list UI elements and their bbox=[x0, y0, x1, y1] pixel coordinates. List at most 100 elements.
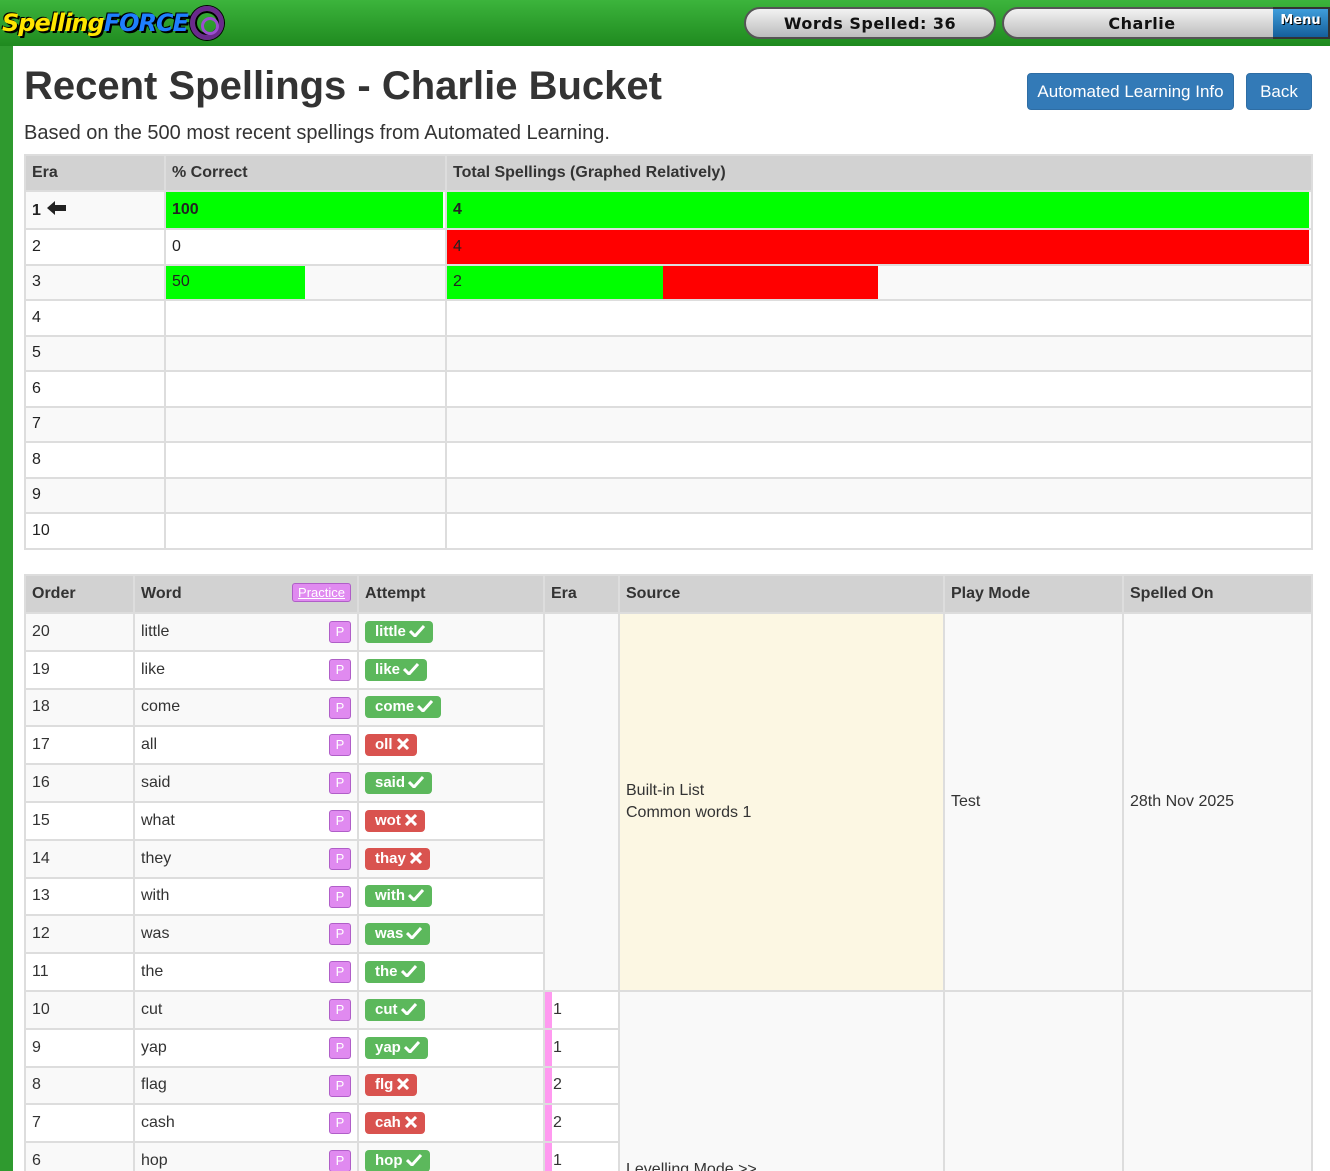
era-row: 8 bbox=[24, 441, 1313, 479]
attempt-cell: wot bbox=[357, 800, 545, 841]
attempt-text: with bbox=[375, 887, 405, 905]
col-header-play-mode[interactable]: Play Mode bbox=[943, 574, 1124, 614]
era-number: 6 bbox=[32, 379, 41, 397]
order-cell: 12 bbox=[24, 914, 135, 955]
attempt-text: cut bbox=[375, 1000, 398, 1018]
order-cell: 11 bbox=[24, 952, 135, 992]
top-bar: Spelling FORCE Words Spelled: 36 Charlie … bbox=[0, 0, 1330, 46]
col-header-attempt[interactable]: Attempt bbox=[357, 574, 545, 614]
check-icon bbox=[398, 963, 417, 980]
total-spellings-cell bbox=[445, 512, 1313, 550]
correct-attempt-badge: said bbox=[365, 772, 433, 795]
total-spellings-value: 4 bbox=[453, 201, 462, 218]
col-header-word-label: Word bbox=[141, 585, 182, 602]
play-mode-cell: Test bbox=[943, 612, 1124, 992]
total-spellings-cell bbox=[445, 334, 1313, 372]
col-header-order[interactable]: Order bbox=[24, 574, 135, 614]
check-icon bbox=[400, 661, 420, 678]
word-text: with bbox=[141, 887, 170, 905]
correct-spellings-bar bbox=[448, 193, 1309, 227]
total-spellings-cell bbox=[445, 405, 1313, 443]
word-text: they bbox=[141, 849, 172, 867]
era-row: 3 50 2 bbox=[24, 263, 1313, 301]
correct-attempt-badge: little bbox=[365, 620, 433, 643]
spelling-row: 20 little Plittle Built-in List Common words… bbox=[24, 612, 1313, 992]
order-cell: 18 bbox=[24, 687, 135, 728]
col-header-era[interactable]: Era bbox=[543, 574, 620, 614]
attempt-text: like bbox=[375, 660, 401, 678]
recent-spellings-table: Order Word Practice Attempt Era Source P… bbox=[24, 574, 1313, 1171]
era-number: 3 bbox=[32, 273, 41, 291]
check-icon bbox=[406, 623, 425, 640]
total-spellings-cell bbox=[445, 299, 1313, 337]
attempt-text: wot bbox=[375, 811, 401, 829]
word-text: like bbox=[141, 660, 166, 678]
correct-attempt-badge: was bbox=[365, 923, 431, 946]
practice-word-button[interactable]: P bbox=[329, 809, 351, 832]
user-name-display[interactable]: Charlie bbox=[1002, 7, 1282, 39]
word-cell: cash P bbox=[133, 1103, 359, 1144]
source-line-2: Common words 1 bbox=[626, 803, 752, 821]
attempt-cell: cah bbox=[357, 1103, 545, 1144]
check-icon bbox=[398, 1001, 417, 1018]
menu-button[interactable]: Menu bbox=[1273, 7, 1330, 39]
total-spellings-cell: 2 bbox=[445, 263, 1313, 301]
check-icon bbox=[403, 925, 423, 942]
word-cell: cut P bbox=[133, 989, 359, 1030]
practice-all-button[interactable]: Practice bbox=[292, 583, 351, 602]
era-cell-group bbox=[543, 612, 620, 992]
spelled-on-cell: 28th Nov 2025 bbox=[1122, 612, 1313, 992]
current-era-arrow-icon bbox=[46, 200, 67, 219]
automated-learning-info-button[interactable]: Automated Learning Info bbox=[1027, 73, 1234, 110]
word-cell: come P bbox=[133, 687, 359, 728]
practice-word-button[interactable]: P bbox=[329, 734, 351, 757]
era-number-cell: 6 bbox=[24, 370, 166, 408]
word-text: yap bbox=[141, 1038, 167, 1056]
word-cell: like P bbox=[133, 649, 359, 690]
practice-word-button[interactable]: P bbox=[329, 1112, 351, 1135]
correct-attempt-badge: hop bbox=[365, 1150, 430, 1171]
order-cell: 20 bbox=[24, 612, 135, 652]
attempt-text: come bbox=[375, 698, 415, 716]
era-row: 4 bbox=[24, 299, 1313, 337]
era-number: 1 bbox=[32, 201, 41, 219]
practice-word-button[interactable]: P bbox=[329, 885, 351, 908]
logo-ring-icon bbox=[189, 6, 224, 40]
era-summary-table: Era % Correct Total Spellings (Graphed R… bbox=[24, 154, 1313, 550]
practice-word-button[interactable]: P bbox=[329, 961, 351, 984]
practice-word-button[interactable]: P bbox=[329, 772, 351, 795]
practice-word-button[interactable]: P bbox=[329, 1150, 351, 1171]
order-cell: 10 bbox=[24, 989, 135, 1030]
practice-word-button[interactable]: P bbox=[329, 1036, 351, 1059]
word-text: all bbox=[141, 736, 158, 754]
pct-correct-cell bbox=[164, 370, 447, 408]
source-cell-levelling: Levelling Mode >> bbox=[618, 989, 945, 1171]
attempt-cell: oll bbox=[357, 725, 545, 766]
practice-word-button[interactable]: P bbox=[329, 1074, 351, 1097]
back-button[interactable]: Back bbox=[1246, 73, 1312, 110]
practice-word-button[interactable]: P bbox=[329, 658, 351, 681]
wrong-spellings-bar bbox=[662, 266, 878, 299]
col-header-word[interactable]: Word Practice bbox=[133, 574, 359, 614]
word-text: cash bbox=[141, 1114, 175, 1132]
word-cell: hop P bbox=[133, 1141, 359, 1171]
pct-correct-value: 0 bbox=[172, 237, 181, 255]
col-header-spelled-on[interactable]: Spelled On bbox=[1122, 574, 1313, 614]
play-mode-cell bbox=[943, 989, 1124, 1171]
era-number-cell: 4 bbox=[24, 299, 166, 337]
app-logo[interactable]: Spelling FORCE bbox=[2, 4, 224, 42]
attempt-text: little bbox=[375, 622, 406, 640]
practice-word-button[interactable]: P bbox=[329, 847, 351, 870]
practice-word-button[interactable]: P bbox=[329, 621, 351, 643]
correct-attempt-badge: yap bbox=[365, 1036, 428, 1059]
practice-word-button[interactable]: P bbox=[329, 696, 351, 719]
attempt-cell: thay bbox=[357, 838, 545, 879]
col-header-pct-correct: % Correct bbox=[164, 154, 447, 192]
practice-word-button[interactable]: P bbox=[329, 923, 351, 946]
attempt-text: said bbox=[375, 774, 406, 792]
total-spellings-cell bbox=[445, 370, 1313, 408]
practice-word-button[interactable]: P bbox=[329, 998, 351, 1021]
attempt-cell: flg bbox=[357, 1065, 545, 1106]
era-number-cell: 5 bbox=[24, 334, 166, 372]
col-header-source[interactable]: Source bbox=[618, 574, 945, 614]
